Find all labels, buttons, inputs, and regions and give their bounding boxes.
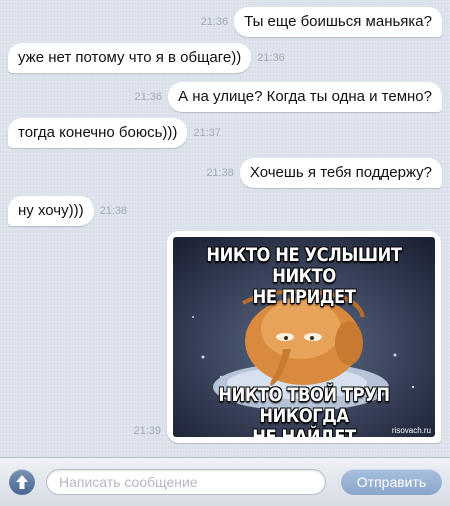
message-incoming: ну хочу))) 21:38 — [8, 196, 133, 226]
message-outgoing: 21:38 Хочешь я тебя поддержу? — [200, 158, 442, 188]
arrow-up-icon — [16, 475, 28, 489]
message-bubble[interactable]: уже нет потому что я в общаге)) — [8, 43, 252, 73]
message-time: 21:37 — [193, 127, 221, 139]
message-input[interactable]: Написать сообщение — [46, 469, 326, 495]
meme-image[interactable]: НИКТО НЕ УСЛЫШИТ НИКТО НЕ ПРИДЕТ НИКТО Т… — [173, 237, 435, 437]
image-bubble[interactable]: НИКТО НЕ УСЛЫШИТ НИКТО НЕ ПРИДЕТ НИКТО Т… — [167, 231, 441, 443]
message-outgoing: 21:36 А на улице? Когда ты одна и темно? — [129, 82, 442, 112]
message-bubble[interactable]: Хочешь я тебя поддержу? — [239, 158, 442, 188]
message-time: 21:38 — [206, 167, 234, 179]
attach-button[interactable] — [9, 469, 35, 495]
message-bubble[interactable]: тогда конечно боюсь))) — [8, 118, 188, 148]
message-bubble[interactable]: Ты еще боишься маньяка? — [234, 7, 442, 37]
message-time: 21:36 — [134, 91, 163, 103]
message-bubble[interactable]: А на улице? Когда ты одна и темно? — [168, 82, 442, 112]
message-incoming: тогда конечно боюсь))) 21:37 — [8, 118, 227, 148]
message-time: 21:36 — [200, 16, 229, 28]
message-incoming: уже нет потому что я в общаге)) 21:36 — [8, 43, 291, 73]
meme-caption-bottom: НИКТО ТВОЙ ТРУП НИКОГДА НЕ НАЙДЕТ — [218, 384, 390, 438]
message-outgoing-image: 21:39 НИКТО НЕ УСЛЫШИТ НИКТО НЕ ПРИДЕТ Н… — [127, 231, 441, 443]
meme-watermark: risovach.ru — [391, 426, 431, 435]
message-time: 21:39 — [133, 425, 161, 437]
message-bubble[interactable]: ну хочу))) — [8, 196, 94, 226]
message-input-bar: Написать сообщение Отправить — [0, 457, 450, 506]
message-outgoing: 21:36 Ты еще боишься маньяка? — [195, 7, 442, 37]
message-time: 21:38 — [99, 205, 128, 217]
message-time: 21:36 — [257, 52, 285, 64]
send-button[interactable]: Отправить — [341, 469, 442, 495]
chat-history[interactable]: 21:36 Ты еще боишься маньяка? уже нет по… — [0, 0, 450, 458]
meme-caption-top: НИКТО НЕ УСЛЫШИТ НИКТО НЕ ПРИДЕТ — [206, 244, 402, 308]
